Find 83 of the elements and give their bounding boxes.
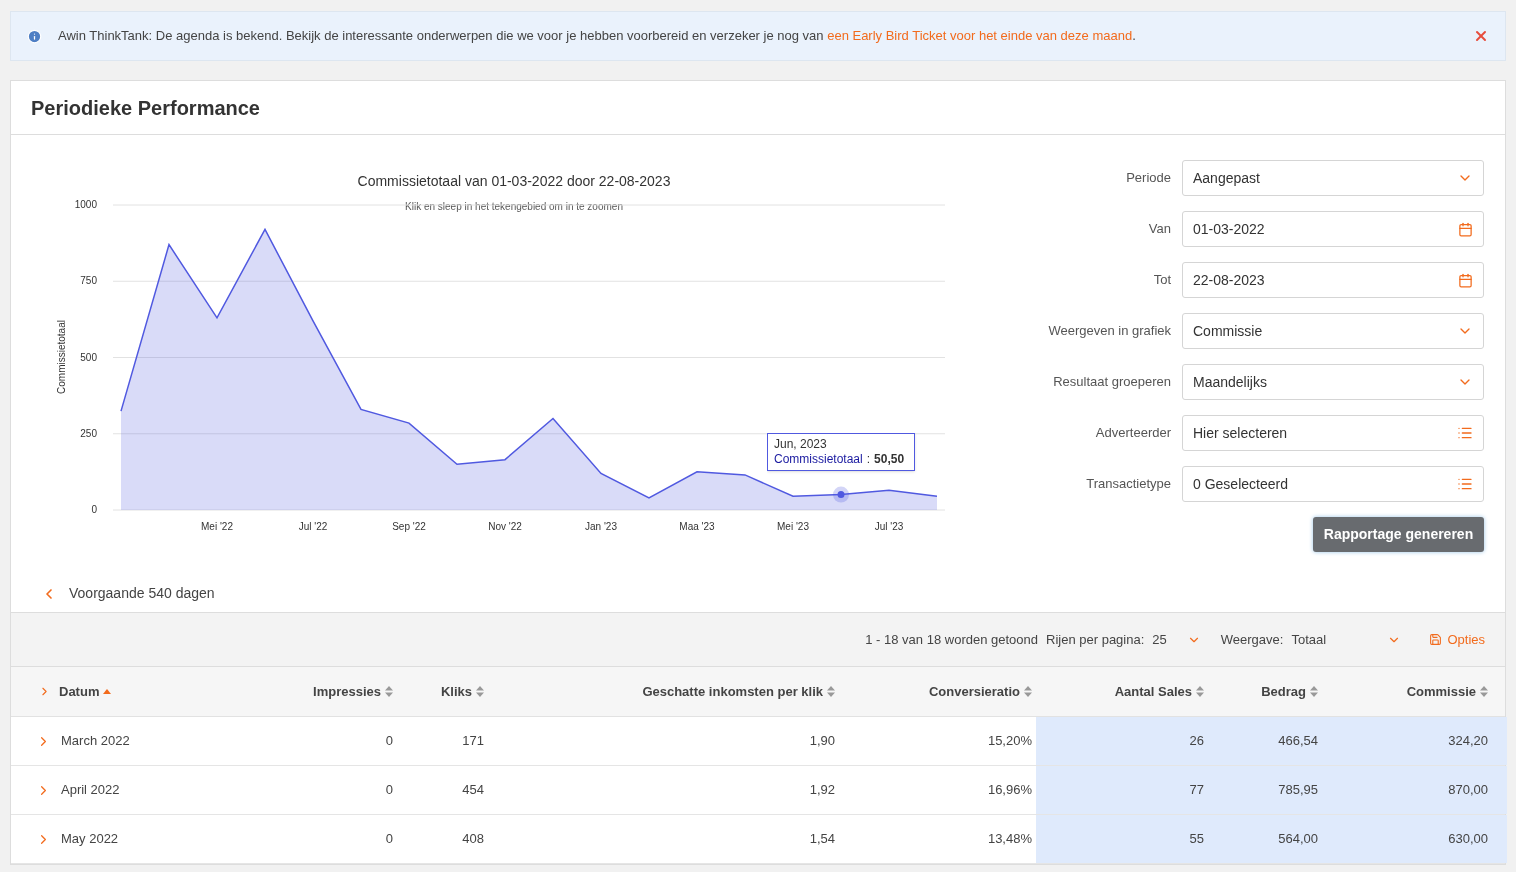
table-cell-text: 1,90 [809, 732, 835, 751]
generate-report-button[interactable]: Rapportage genereren [1313, 517, 1484, 552]
table-cell-text: 408 [462, 830, 484, 849]
previous-period-link[interactable]: Voorgaande 540 dagen [69, 583, 215, 604]
tooltip-value: 50,50 [874, 451, 905, 467]
table-cell-text: 630,00 [1448, 830, 1488, 849]
list-icon [1457, 476, 1473, 492]
field-label: Resultaat groeperen [1053, 373, 1171, 392]
table-cell-text: 870,00 [1448, 781, 1488, 800]
table-cell-text: 1,54 [809, 830, 835, 849]
field-label: Weergeven in grafiek [1048, 322, 1171, 341]
table-cell-text: 0 [385, 732, 393, 751]
tooltip-date: Jun, 2023 [774, 436, 828, 452]
calendar-icon [1458, 221, 1473, 237]
field-label: Tot [1153, 271, 1171, 290]
list-icon [1457, 425, 1473, 441]
table-cell-text: May 2022 [61, 830, 119, 849]
view-label: Weergave: [1220, 630, 1284, 649]
info-icon [27, 28, 42, 44]
y-tick-label: 500 [80, 351, 97, 363]
column-header[interactable]: Geschatte inkomsten per klik [642, 681, 835, 702]
calendar-icon [1458, 272, 1473, 288]
select-field[interactable]: Maandelijks [1182, 364, 1484, 400]
field-label: Van [1148, 220, 1171, 239]
table-cell-text: 15,20% [987, 732, 1032, 751]
column-header[interactable]: Bedrag [1261, 681, 1318, 702]
column-header[interactable]: Commissie [1406, 681, 1488, 702]
date-field[interactable]: 01-03-2022 [1182, 211, 1484, 247]
view-select[interactable]: Totaal [1291, 629, 1402, 650]
table-cell-text: 171 [462, 732, 484, 751]
table-cell-text: 55 [1189, 830, 1204, 849]
multiselect-field[interactable]: Hier selecteren [1182, 415, 1484, 451]
x-tick-label: Jan '23 [585, 521, 617, 532]
chart-subtitle: Klik en sleep in het tekengebied om in te zoomen [405, 201, 623, 212]
y-tick-label: 750 [80, 275, 97, 287]
table-cell-text: 466,54 [1278, 732, 1318, 751]
column-header[interactable]: Datum [59, 681, 112, 702]
select-field[interactable]: Commissie [1182, 313, 1484, 349]
save-icon [1429, 633, 1443, 646]
column-header[interactable]: Kliks [440, 681, 484, 702]
y-axis-label: Commissietotaal [56, 320, 67, 394]
table-cell-text: 324,20 [1448, 732, 1488, 751]
card-title: Periodieke Performance [31, 95, 260, 121]
table-cell-text: March 2022 [61, 732, 130, 751]
x-tick-label: Maa '23 [679, 521, 715, 532]
table-cell-text: 16,96% [987, 781, 1032, 800]
data-point-marker [833, 486, 849, 503]
y-tick-label: 1000 [74, 199, 97, 210]
tooltip-separator: : [866, 451, 871, 467]
column-header[interactable]: Impressies [313, 681, 393, 702]
table-cell-text: 77 [1189, 781, 1204, 800]
tooltip-series-name: Commissietotaal [774, 451, 863, 467]
y-tick-label: 250 [80, 427, 97, 439]
table-cell-text: 26 [1189, 732, 1204, 751]
x-tick-label: Jul '22 [298, 521, 328, 532]
table-cell-text: 564,00 [1278, 830, 1318, 849]
result-count: 1 - 18 van 18 worden getoond [865, 630, 1038, 649]
x-tick-label: Jul '23 [874, 521, 904, 532]
chart-title: Commissietotaal van 01-03-2022 door 22-08-2023 [357, 173, 671, 189]
table-cell-text: 454 [462, 781, 484, 800]
y-tick-label: 0 [91, 504, 97, 515]
field-label: Transactietype [1086, 475, 1171, 494]
date-field[interactable]: 22-08-2023 [1182, 262, 1484, 298]
banner-message: Awin ThinkTank: De agenda is bekend. Bekijk de interessante onderwerpen die we voor je hebben voorbereid en verzeker je nog van een Early Bird Ticket voor het einde van deze maand. [58, 27, 1137, 46]
close-button[interactable] [1473, 28, 1489, 44]
table-cell-text: April 2022 [61, 781, 120, 800]
field-label: Periode [1126, 169, 1171, 188]
field-label: Adverteerder [1095, 424, 1171, 443]
table-cell-text: 785,95 [1278, 781, 1318, 800]
column-header[interactable]: Aantal Sales [1114, 681, 1204, 702]
table-cell-text: 1,92 [809, 781, 835, 800]
table-cell-text: 13,48% [987, 830, 1032, 849]
rows-per-page-label: Rijen per pagina: [1046, 630, 1145, 649]
rows-per-page-select[interactable]: 25 [1152, 629, 1201, 650]
column-header[interactable]: Conversieratio [928, 681, 1032, 702]
multiselect-field[interactable]: 0 Geselecteerd [1182, 466, 1484, 502]
x-tick-label: Sep '22 [392, 521, 426, 532]
select-field[interactable]: Aangepast [1182, 160, 1484, 196]
x-tick-label: Nov '22 [488, 521, 522, 532]
table-cell-text: 0 [385, 781, 393, 800]
x-tick-label: Mei '22 [201, 521, 233, 532]
x-tick-label: Mei '23 [777, 521, 809, 532]
table-cell-text: 0 [385, 830, 393, 849]
